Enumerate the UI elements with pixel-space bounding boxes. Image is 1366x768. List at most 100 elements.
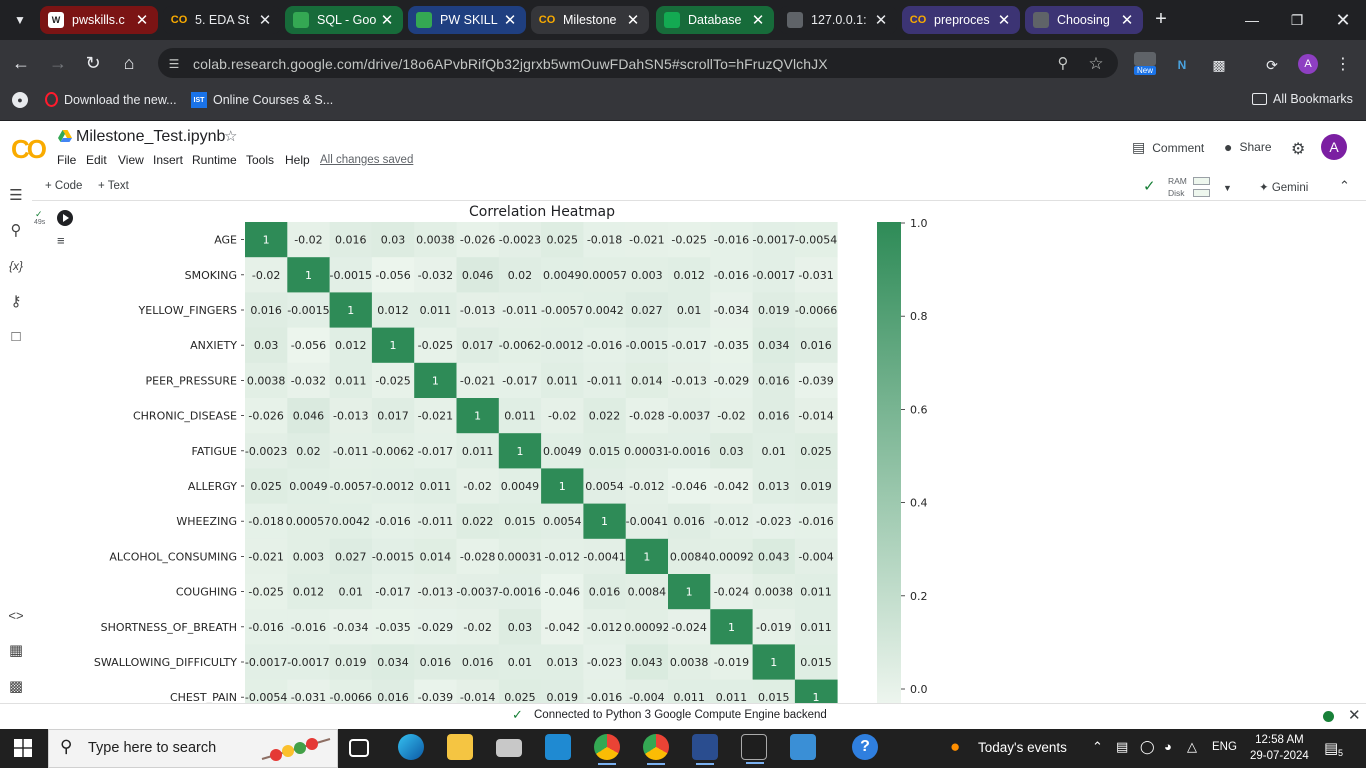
back-arrow-icon[interactable]: ← <box>8 50 34 76</box>
profile-avatar[interactable]: A <box>1298 54 1318 74</box>
url-text[interactable]: colab.research.google.com/drive/18o6APvb… <box>193 56 828 72</box>
menu-view[interactable]: View <box>118 153 144 167</box>
vscode-icon[interactable] <box>545 734 571 760</box>
help-icon[interactable]: ? <box>852 734 878 760</box>
tab-4[interactable]: CO Milestone ✕ <box>531 6 649 34</box>
menu-insert[interactable]: Insert <box>153 153 183 167</box>
close-tab-icon[interactable]: ✕ <box>625 11 641 29</box>
performance-icon[interactable]: ⟳ <box>1261 54 1283 76</box>
notifications-icon[interactable]: ▤ <box>1324 739 1338 757</box>
home-icon[interactable]: ⌂ <box>116 50 142 76</box>
add-code-button[interactable]: + Code <box>45 180 82 192</box>
heatmap-cell-label: -0.0015 <box>372 550 414 563</box>
tab-7[interactable]: CO preproces ✕ <box>902 6 1020 34</box>
network-icon[interactable]: ◯ <box>1140 739 1155 755</box>
close-tab-icon[interactable]: ✕ <box>502 11 518 29</box>
anaconda-prompt-icon[interactable] <box>692 734 718 765</box>
account-avatar[interactable]: A <box>1321 134 1347 160</box>
forward-arrow-icon[interactable]: → <box>45 50 71 76</box>
share-button[interactable]: ● Share <box>1224 139 1272 155</box>
close-tab-icon[interactable]: ✕ <box>750 11 766 29</box>
heatmap-cell-label: 0.012 <box>673 269 705 282</box>
chrome-icon-2[interactable] <box>643 734 669 765</box>
globe-icon: ● <box>12 92 28 108</box>
file-explorer-icon[interactable] <box>447 734 473 760</box>
reload-icon[interactable]: ↻ <box>80 50 106 76</box>
close-tab-icon[interactable]: ✕ <box>257 11 273 29</box>
bookmark-globe[interactable]: ● <box>12 92 34 108</box>
heatmap-cell-label: -0.013 <box>418 586 453 599</box>
browser-menu-icon[interactable]: ⋮ <box>1332 54 1354 76</box>
heatmap-cell-label: -0.0062 <box>499 339 541 352</box>
device-icon[interactable]: ▤ <box>1116 739 1128 755</box>
heatmap-cell-label: 0.022 <box>462 515 494 528</box>
connection-status-dot[interactable] <box>1323 711 1334 722</box>
todays-events[interactable]: Today's events <box>978 740 1067 755</box>
star-notebook-icon[interactable]: ☆ <box>224 127 237 145</box>
extension-new-icon[interactable] <box>1134 52 1156 66</box>
tab-5[interactable]: Database ✕ <box>656 6 774 34</box>
menu-edit[interactable]: Edit <box>86 153 107 167</box>
close-tab-icon[interactable]: ✕ <box>873 11 889 29</box>
menu-tools[interactable]: Tools <box>246 153 274 167</box>
all-bookmarks[interactable]: All Bookmarks <box>1252 92 1353 106</box>
language-indicator[interactable]: ENG <box>1212 741 1237 753</box>
tab-8[interactable]: Choosing ✕ <box>1025 6 1143 34</box>
chrome-icon[interactable] <box>594 734 620 765</box>
close-tab-icon[interactable]: ✕ <box>134 11 150 29</box>
heatmap-cell-label: -0.012 <box>545 550 580 563</box>
site-info-icon[interactable]: ☰ <box>164 54 184 74</box>
clock[interactable]: 12:58 AM 29-07-2024 <box>1250 732 1309 764</box>
wifi-icon[interactable]: ◕ <box>1164 739 1172 754</box>
tab-1[interactable]: CO 5. EDA St ✕ <box>163 6 281 34</box>
tab-2[interactable]: SQL - Goo ✕ <box>285 6 403 34</box>
close-tab-icon[interactable]: ✕ <box>1119 11 1135 29</box>
save-status[interactable]: All changes saved <box>320 154 413 166</box>
add-text-button[interactable]: + Text <box>98 180 129 192</box>
gemini-button[interactable]: ✦ Gemini <box>1259 180 1308 194</box>
minimize-icon[interactable]: — <box>1237 8 1267 32</box>
heatmap-cell-label: -0.017 <box>375 586 410 599</box>
tab-3[interactable]: PW SKILL ✕ <box>408 6 526 34</box>
close-tab-icon[interactable]: ✕ <box>379 11 395 29</box>
comment-button[interactable]: ▤ Comment <box>1132 139 1204 156</box>
menu-runtime[interactable]: Runtime <box>192 153 237 167</box>
menu-help[interactable]: Help <box>285 153 310 167</box>
heatmap-cell-label: 0.025 <box>800 445 832 458</box>
volume-icon[interactable]: △ <box>1187 739 1197 755</box>
resources-dropdown-icon[interactable]: ▼ <box>1223 183 1232 193</box>
colab-logo[interactable]: CO <box>11 134 47 165</box>
task-view-icon[interactable] <box>349 739 369 757</box>
collapse-chevron-icon[interactable]: ⌃ <box>1339 178 1350 194</box>
mail-icon[interactable] <box>496 739 522 757</box>
tab-search-dropdown-icon[interactable]: ▼ <box>8 8 32 32</box>
command-prompt-icon[interactable] <box>741 734 767 764</box>
heatmap-cell-label: 0.016 <box>335 234 367 247</box>
heatmap-cell-label: 1 <box>601 515 608 528</box>
extensions-puzzle-icon[interactable]: ▩ <box>1208 54 1230 76</box>
resources-indicator[interactable]: RAM Disk <box>1168 175 1187 199</box>
tab-0[interactable]: Wpwskills.c ✕ <box>40 6 158 34</box>
close-tab-icon[interactable]: ✕ <box>996 11 1012 29</box>
close-window-icon[interactable]: ✕ <box>1328 8 1358 32</box>
settings-gear-icon[interactable]: ⚙ <box>1291 139 1305 159</box>
edge-icon[interactable] <box>398 734 424 760</box>
windows-start-icon[interactable] <box>14 739 32 757</box>
notebook-title[interactable]: Milestone_Test.ipynb <box>76 128 225 146</box>
tab-6[interactable]: 127.0.0.1: ✕ <box>779 6 897 34</box>
bookmark-download-opera[interactable]: Download the new... <box>45 92 177 107</box>
taskbar-search-placeholder[interactable]: Type here to search <box>88 740 216 756</box>
bookmark-star-icon[interactable]: ☆ <box>1086 54 1106 74</box>
zoom-search-icon[interactable]: ⚲ <box>1053 54 1073 74</box>
restore-icon[interactable]: ❐ <box>1282 8 1312 32</box>
heatmap-cell-label: 0.00057 <box>286 515 332 528</box>
new-tab-button[interactable]: + <box>1149 8 1173 32</box>
notion-extension-icon[interactable]: N <box>1171 54 1193 76</box>
photos-icon[interactable] <box>790 734 816 760</box>
bookmark-online-courses[interactable]: IST Online Courses & S... <box>191 92 333 108</box>
show-hidden-icons-chevron-icon[interactable]: ⌃ <box>1092 739 1103 755</box>
heatmap-cell-label: 0.0084 <box>670 550 709 563</box>
row-label: COUGHING <box>176 586 237 599</box>
menu-file[interactable]: File <box>57 153 76 167</box>
close-status-icon[interactable]: ✕ <box>1348 706 1361 724</box>
